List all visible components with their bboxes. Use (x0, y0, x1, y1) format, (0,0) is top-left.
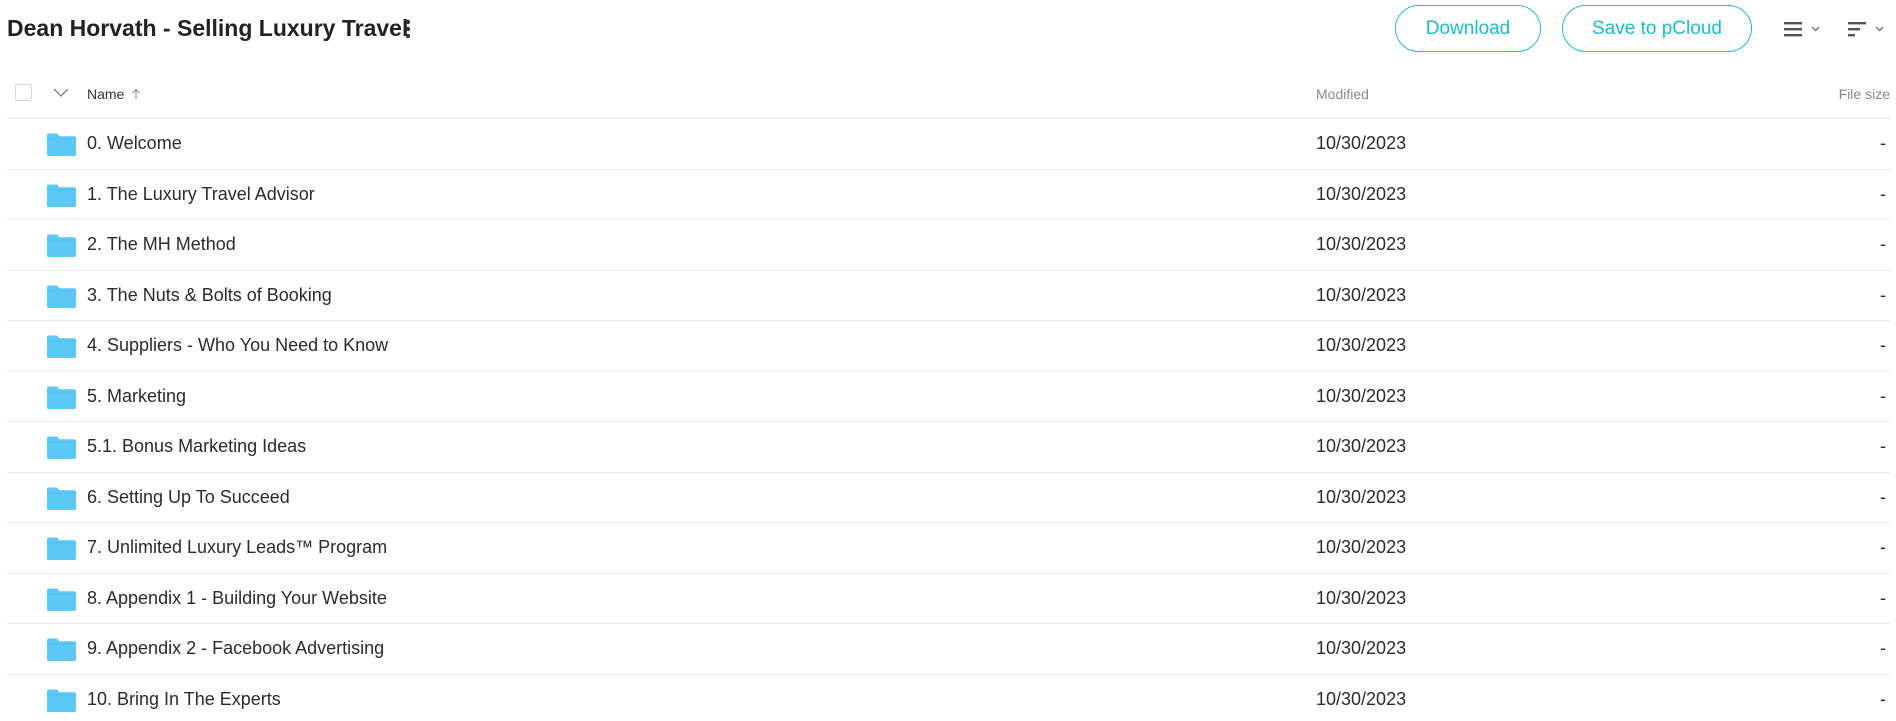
folder-icon (47, 184, 76, 207)
folder-icon (47, 487, 76, 510)
list-view-icon (1784, 22, 1820, 37)
file-name: 1. The Luxury Travel Advisor (87, 183, 315, 204)
file-name: 9. Appendix 2 - Facebook Advertising (87, 638, 385, 658)
file-size: - (1880, 335, 1886, 355)
table-row[interactable]: 2. The MH Method 10/30/2023 - (7, 220, 1890, 271)
folder-icon (47, 234, 76, 257)
folder-icon (47, 638, 76, 661)
folder-icon (47, 285, 76, 308)
modified-date: 10/30/2023 (1316, 587, 1407, 608)
column-header-name[interactable]: Name (87, 86, 141, 102)
column-name-label: Name (87, 86, 125, 102)
folder-icon (47, 386, 76, 409)
column-header-size[interactable]: File size (1839, 86, 1890, 102)
file-name: 0. Welcome (87, 133, 182, 153)
file-size: - (1880, 587, 1886, 608)
table-row[interactable]: 4. Suppliers - Who You Need to Know 10/30… (7, 321, 1890, 372)
file-size: - (1880, 486, 1886, 507)
modified-date: 10/30/2023 (1316, 284, 1407, 305)
table-row[interactable]: 5.1. Bonus Marketing Ideas 10/30/2023 - (7, 422, 1890, 473)
modified-date: 10/30/2023 (1316, 436, 1407, 456)
table-row[interactable]: 8. Appendix 1 - Building Your Website 10/… (7, 574, 1890, 624)
folder-icon (47, 689, 76, 712)
file-name: 8. Appendix 1 - Building Your Website (87, 587, 387, 608)
table-header: Name Modified File size (7, 70, 1890, 119)
table-row[interactable]: 3. The Nuts & Bolts of Booking 10/30/2023… (7, 271, 1890, 321)
file-size: - (1880, 436, 1886, 456)
modified-date: 10/30/2023 (1316, 385, 1407, 406)
sort-icon (1848, 22, 1884, 37)
modified-date: 10/30/2023 (1316, 688, 1407, 709)
modified-date: 10/30/2023 (1316, 486, 1407, 507)
table-row[interactable]: 1. The Luxury Travel Advisor 10/30/2023 - (7, 170, 1890, 220)
table-row[interactable]: 10. Bring In The Experts 10/30/2023 - (7, 675, 1890, 721)
file-size: - (1880, 234, 1886, 254)
table-row[interactable]: 9. Appendix 2 - Facebook Advertising 10/3… (7, 624, 1890, 675)
page-header: Dean Horvath - Selling Luxury Travel Dow… (0, 0, 1896, 58)
file-name: 2. The MH Method (87, 234, 236, 254)
modified-date: 10/30/2023 (1316, 638, 1407, 658)
column-header-modified[interactable]: Modified (1316, 86, 1369, 102)
file-name: 10. Bring In The Experts (87, 688, 281, 709)
file-list: 0. Welcome 10/30/2023-1. The Luxury Trave… (7, 119, 1890, 721)
file-name: 3. The Nuts & Bolts of Booking (87, 284, 332, 305)
kebab-menu-icon[interactable] (398, 16, 418, 42)
file-name: 6. Setting Up To Succeed (87, 486, 290, 507)
file-size: - (1880, 133, 1886, 153)
file-browser-page: Dean Horvath - Selling Luxury Travel Dow… (0, 0, 1896, 721)
chevron-down-icon[interactable] (51, 84, 71, 100)
select-all-checkbox[interactable] (15, 84, 32, 101)
sort-toggle[interactable] (1846, 15, 1890, 43)
table-row[interactable]: 7. Unlimited Luxury Leads™ Program 10/30/… (7, 523, 1890, 574)
file-size: - (1880, 385, 1886, 406)
folder-icon (47, 537, 76, 560)
save-to-pcloud-button[interactable]: Save to pCloud (1562, 5, 1752, 52)
file-name: 4. Suppliers - Who You Need to Know (87, 335, 389, 355)
file-name: 7. Unlimited Luxury Leads™ Program (87, 537, 388, 557)
file-size: - (1880, 284, 1886, 305)
sort-ascending-icon (132, 88, 141, 99)
file-size: - (1880, 183, 1886, 204)
table-row[interactable]: 0. Welcome 10/30/2023 - (7, 119, 1890, 170)
list-view-toggle[interactable] (1782, 15, 1826, 43)
modified-date: 10/30/2023 (1316, 133, 1407, 153)
file-size: - (1880, 638, 1886, 658)
folder-icon (47, 588, 76, 611)
file-name: 5.1. Bonus Marketing Ideas (87, 436, 307, 456)
file-size: - (1880, 688, 1886, 709)
table-row[interactable]: 6. Setting Up To Succeed 10/30/2023 - (7, 473, 1890, 523)
modified-date: 10/30/2023 (1316, 183, 1407, 204)
folder-title: Dean Horvath - Selling Luxury Travel (7, 15, 409, 41)
folder-icon (47, 133, 76, 156)
modified-date: 10/30/2023 (1316, 335, 1407, 355)
modified-date: 10/30/2023 (1316, 234, 1407, 254)
folder-icon (47, 436, 76, 459)
modified-date: 10/30/2023 (1316, 537, 1407, 557)
file-name: 5. Marketing (87, 385, 187, 406)
download-button[interactable]: Download (1395, 5, 1541, 52)
folder-icon (47, 335, 76, 358)
table-row[interactable]: 5. Marketing 10/30/2023 - (7, 372, 1890, 422)
file-size: - (1880, 537, 1886, 557)
